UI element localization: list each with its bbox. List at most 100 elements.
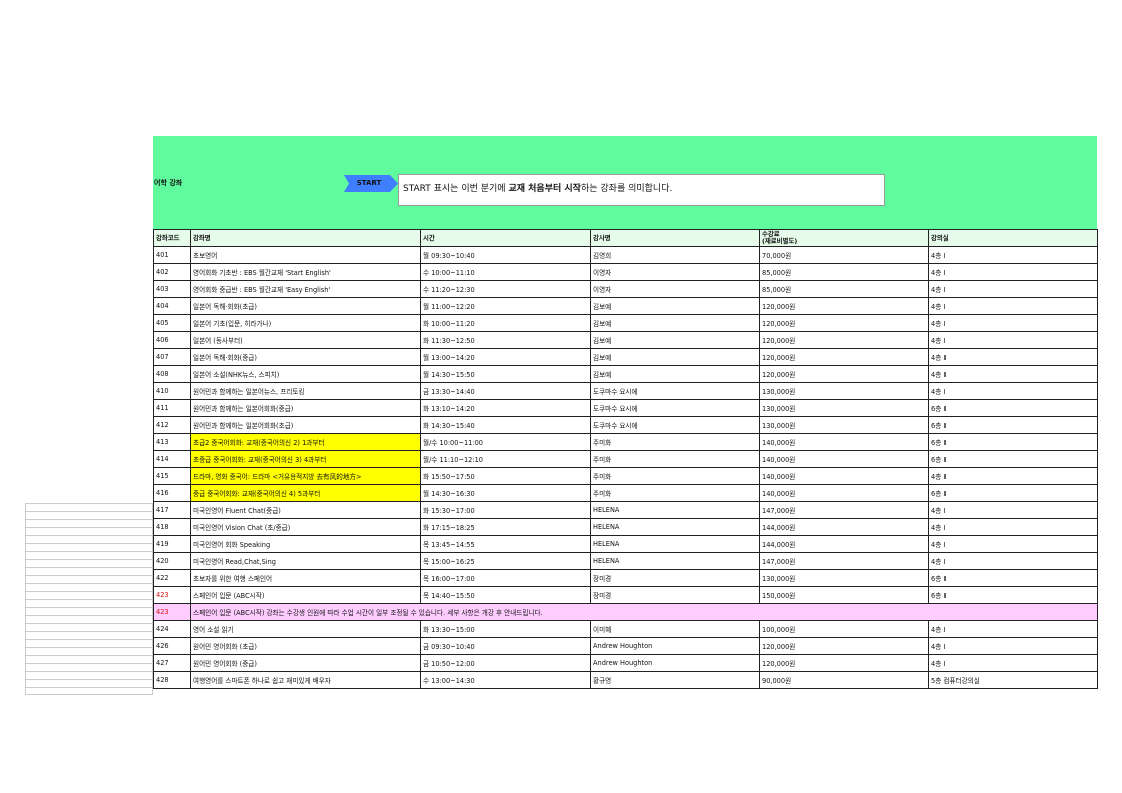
course-time-cell: 월/수 11:10~12:10: [420, 450, 591, 468]
course-name-cell: 초중급 중국어회화: 교재(중국어의신 3) 4과부터: [190, 450, 421, 468]
course-teacher-cell: 김영희: [590, 246, 760, 264]
course-name-cell: 중급 중국어회화: 교재(중국어의신 4) 5과부터: [190, 484, 421, 502]
course-name-cell: 영어회화 중급반 : EBS 월간교재 'Easy English': [190, 280, 421, 298]
course-teacher-cell: HELENA: [590, 552, 760, 570]
course-time-cell: 화 13:30~15:00: [420, 620, 591, 638]
table-row: 426 원어민 영어회화 (초급) 금 09:30~10:40 Andrew Houg…: [153, 637, 1098, 655]
left-gridlines: [25, 503, 153, 695]
course-teacher-cell: HELENA: [590, 518, 760, 536]
course-note-cell: 스페인어 입문 (ABC시작) 강좌는 수강생 인원에 따라 수업 시간이 일부…: [190, 603, 1098, 621]
course-room-cell: 4층 Ⅰ: [928, 297, 1098, 315]
course-room-cell: 4층 Ⅰ: [928, 637, 1098, 655]
table-row: 423 스페인어 입문 (ABC시작) 목 14:40~15:50 장미경 150,00…: [153, 586, 1098, 604]
course-name-cell: 초보자를 위한 여행 스페인어: [190, 569, 421, 587]
course-room-cell: 6층 Ⅱ: [928, 569, 1098, 587]
table-row: 412 원어민과 함께하는 일본어회화(초급) 화 14:30~15:40 도쿠마수 …: [153, 416, 1098, 434]
course-name-cell: 원어민과 함께하는 일본어회화(초급): [190, 416, 421, 434]
course-teacher-cell: HELENA: [590, 535, 760, 553]
table-row: 417 미국인영어 Fluent Chat(중급) 화 15:30~17:00 HEL…: [153, 501, 1098, 519]
course-name-cell: 미국인영어 회화 Speaking: [190, 535, 421, 553]
course-name-cell: 원어민과 함께하는 일본어뉴스, 프리토킹: [190, 382, 421, 400]
table-row: 404 일본어 독해·회화(초급) 월 11:00~12:20 김보예 120,000원…: [153, 297, 1098, 315]
note-bold: 교재 처음부터 시작: [508, 184, 581, 194]
course-name-cell: 초보영어: [190, 246, 421, 264]
course-fee-cell: 120,000원: [759, 297, 929, 315]
course-fee-cell: 120,000원: [759, 314, 929, 332]
course-teacher-cell: 도쿠마수 요시에: [590, 382, 760, 400]
table-row: 427 원어민 영어회화 (중급) 금 10:50~12:00 Andrew Houg…: [153, 654, 1098, 672]
course-code-cell: 413: [153, 433, 191, 451]
course-time-cell: 수 10:00~11:10: [420, 263, 591, 281]
course-fee-cell: 147,000원: [759, 552, 929, 570]
course-fee-cell: 140,000원: [759, 433, 929, 451]
table-row: 413 초급2 중국어회화: 교재(중국어의신 2) 1과부터 월/수 10:00~…: [153, 433, 1098, 451]
course-time-cell: 월 09:30~10:40: [420, 246, 591, 264]
table-header-row: 강좌코드 강좌명 시간 강사명 수강료 (재료비별도) 강의실: [153, 229, 1098, 247]
course-fee-cell: 130,000원: [759, 416, 929, 434]
course-teacher-cell: 이영자: [590, 280, 760, 298]
course-code-cell: 401: [153, 246, 191, 264]
course-code-cell: 408: [153, 365, 191, 383]
course-time-cell: 월/수 10:00~11:00: [420, 433, 591, 451]
start-label: START: [356, 179, 382, 187]
course-name-cell: 일본어 독해·회화(초급): [190, 297, 421, 315]
course-name-cell: 스페인어 입문 (ABC시작): [190, 586, 421, 604]
col-header-name: 강좌명: [190, 229, 421, 247]
course-fee-cell: 130,000원: [759, 399, 929, 417]
course-code-cell: 418: [153, 518, 191, 536]
table-row: 403 영어회화 중급반 : EBS 월간교재 'Easy English' 수 1…: [153, 280, 1098, 298]
course-teacher-cell: 김보예: [590, 365, 760, 383]
course-teacher-cell: 김보예: [590, 314, 760, 332]
course-code-cell: 423: [153, 603, 191, 621]
course-time-cell: 화 13:10~14:20: [420, 399, 591, 417]
course-time-cell: 화 11:30~12:50: [420, 331, 591, 349]
course-room-cell: 4층 Ⅰ: [928, 246, 1098, 264]
course-code-cell: 417: [153, 501, 191, 519]
table-row: 405 일본어 기초(입문, 히라가나) 화 10:00~11:20 김보예 120,0…: [153, 314, 1098, 332]
course-fee-cell: 120,000원: [759, 331, 929, 349]
course-fee-cell: 85,000원: [759, 263, 929, 281]
course-time-cell: 월 14:30~16:30: [420, 484, 591, 502]
course-code-cell: 406: [153, 331, 191, 349]
course-fee-cell: 120,000원: [759, 637, 929, 655]
course-teacher-cell: HELENA: [590, 501, 760, 519]
course-code-cell: 414: [153, 450, 191, 468]
course-code-cell: 402: [153, 263, 191, 281]
course-code-cell: 412: [153, 416, 191, 434]
course-fee-cell: 147,000원: [759, 501, 929, 519]
course-room-cell: 4층 Ⅰ: [928, 620, 1098, 638]
course-room-cell: 6층 Ⅱ: [928, 586, 1098, 604]
table-row: 428 여행영어를 스마트폰 하나로 쉽고 재미있게 배우자 수 13:00~14:…: [153, 671, 1098, 689]
course-fee-cell: 140,000원: [759, 467, 929, 485]
course-fee-cell: 90,000원: [759, 671, 929, 689]
course-time-cell: 금 10:50~12:00: [420, 654, 591, 672]
course-room-cell: 6층 Ⅱ: [928, 450, 1098, 468]
course-time-cell: 화 10:00~11:20: [420, 314, 591, 332]
course-teacher-cell: 김보예: [590, 297, 760, 315]
course-fee-cell: 140,000원: [759, 450, 929, 468]
course-fee-cell: 150,000원: [759, 586, 929, 604]
course-table: 강좌코드 강좌명 시간 강사명 수강료 (재료비별도) 강의실 401 초보영어 월…: [153, 229, 1098, 689]
course-fee-cell: 120,000원: [759, 348, 929, 366]
course-name-cell: 일본어 (동사부터): [190, 331, 421, 349]
course-fee-cell: 140,000원: [759, 484, 929, 502]
course-code-cell: 420: [153, 552, 191, 570]
course-code-cell: 415: [153, 467, 191, 485]
course-teacher-cell: 황규영: [590, 671, 760, 689]
course-room-cell: 4층 Ⅰ: [928, 552, 1098, 570]
course-name-cell: 영어회화 기초반 : EBS 월간교재 'Start English': [190, 263, 421, 281]
course-code-cell: 426: [153, 637, 191, 655]
course-teacher-cell: 주미화: [590, 433, 760, 451]
course-name-cell: 미국인영어 Vision Chat (초/중급): [190, 518, 421, 536]
course-teacher-cell: 도쿠마수 요시에: [590, 399, 760, 417]
course-name-cell: 원어민 영어회화 (초급): [190, 637, 421, 655]
course-name-cell: 영어 소설 읽기: [190, 620, 421, 638]
course-code-cell: 422: [153, 569, 191, 587]
course-fee-cell: 100,000원: [759, 620, 929, 638]
course-fee-cell: 85,000원: [759, 280, 929, 298]
course-room-cell: 4층 Ⅰ: [928, 501, 1098, 519]
table-row: 416 중급 중국어회화: 교재(중국어의신 4) 5과부터 월 14:30~16:…: [153, 484, 1098, 502]
course-name-cell: 일본어 소설(NHK뉴스, 스피치): [190, 365, 421, 383]
course-time-cell: 목 16:00~17:00: [420, 569, 591, 587]
table-row: 402 영어회화 기초반 : EBS 월간교재 'Start English' 수 …: [153, 263, 1098, 281]
